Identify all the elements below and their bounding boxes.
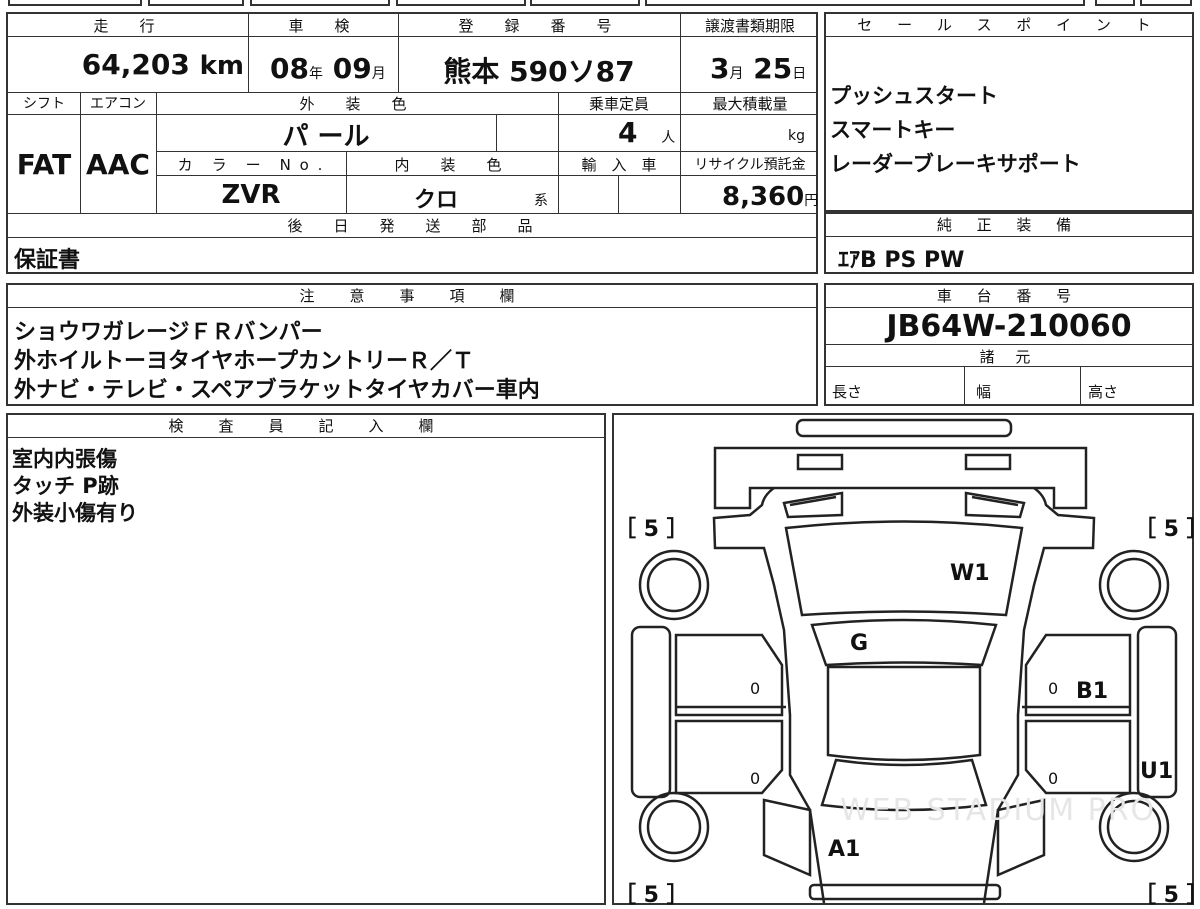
exterior-color-label: 外 装 色 [299, 95, 415, 113]
inspection-month-unit: 月 [371, 66, 386, 82]
later-parts-label: 後 日 発 送 部 品 [287, 217, 541, 235]
notes-line-2: 外ホイルトーヨタイヤホープカントリーＲ／Ｔ [14, 349, 475, 374]
spec-width-label: 幅 [976, 383, 992, 401]
vehicle-info-table: 走 行 車 検 登 録 番 号 譲渡書類期限 64,203 km 08年 09月… [6, 12, 818, 274]
capacity-value: 4 人 [618, 116, 675, 149]
tire-mark-rear-right: ［ 5 ］ [1134, 883, 1200, 908]
transfer-month-unit: 月 [729, 66, 744, 82]
mileage-label: 走 行 [93, 17, 163, 35]
registration-label: 登 録 番 号 [458, 17, 620, 35]
sale-point-2: スマートキー [830, 118, 956, 142]
tire-mark-rear-left: ［ 5 ］ [614, 883, 689, 908]
sale-point-3: レーダーブレーキサポート [830, 152, 1081, 176]
transfer-day-unit: 日 [792, 66, 807, 82]
sale-points-label: セ ー ル ス ポ イ ン ト [826, 14, 1192, 37]
inspection-label: 車 検 [288, 17, 358, 35]
car-diagram-box: ［ 5 ］ ［ 5 ］ ［ 5 ］ ［ 5 ］ W1 G B1 U1 A1 0 … [612, 413, 1200, 908]
spec-height-label: 高さ [1088, 383, 1119, 401]
damage-code-hood: G [850, 631, 869, 656]
aircon-label: エアコン [90, 96, 146, 112]
chassis-value: JB64W-210060 [886, 309, 1132, 344]
shift-label: シフト [23, 96, 65, 112]
tire-mark-front-left: ［ 5 ］ [614, 517, 689, 542]
interior-color-label: 内 装 色 [394, 156, 510, 174]
specs-label: 諸 元 [979, 348, 1039, 366]
inspector-line-3: 外装小傷有り [12, 501, 138, 525]
car-diagram [630, 418, 1178, 903]
damage-code-side-panel: U1 [1140, 759, 1174, 784]
inspector-line-2: タッチ P跡 [12, 474, 119, 498]
notes-box: 注 意 事 項 欄 ショウワガレージＦＲバンパー 外ホイルトーヨタイヤホープカン… [6, 283, 818, 406]
interior-color-value: クロ [413, 188, 458, 213]
transfer-deadline-label: 譲渡書類期限 [704, 17, 795, 35]
recycle-value: 8,360円 [722, 182, 818, 212]
chassis-box: 車 台 番 号 JB64W-210060 諸 元 長さ 幅 高さ [824, 283, 1194, 406]
genuine-equipment-box: 純 正 装 備 ｴｱB PS PW [824, 212, 1194, 274]
damage-code-front: A1 [828, 837, 861, 862]
tire-mark-front-right: ［ 5 ］ [1134, 517, 1200, 542]
inspection-year-unit: 年 [308, 66, 323, 82]
zero-mark-2: 0 [1048, 679, 1059, 698]
sale-points-box: セ ー ル ス ポ イ ン ト プッシュスタート スマートキー レーダーブレーキ… [824, 12, 1194, 212]
sale-point-1: プッシュスタート [830, 84, 998, 108]
inspection-year: 08 [270, 52, 309, 85]
notes-label: 注 意 事 項 欄 [8, 285, 816, 308]
color-no-value: ZVR [221, 180, 281, 210]
zero-mark-3: 0 [750, 769, 761, 788]
notes-line-3: 外ナビ・テレビ・スペアブラケットタイヤカバー車内 [14, 378, 540, 403]
transfer-day: 25 [753, 52, 793, 85]
capacity-unit: 人 [661, 130, 676, 146]
genuine-equipment-label: 純 正 装 備 [826, 214, 1192, 237]
import-label: 輸 入 車 [581, 156, 657, 174]
top-strip [0, 0, 1200, 8]
damage-code-rear-door: B1 [1076, 679, 1109, 704]
inspector-label: 検 査 員 記 入 欄 [8, 415, 604, 438]
later-parts-value: 保証書 [14, 248, 81, 273]
inspector-box: 検 査 員 記 入 欄 室内内張傷 タッチ P跡 外装小傷有り [6, 413, 606, 905]
capacity-label: 乗車定員 [588, 95, 649, 113]
inspection-month: 09 [332, 52, 372, 85]
notes-line-1: ショウワガレージＦＲバンパー [14, 320, 323, 345]
zero-mark-1: 0 [750, 679, 761, 698]
color-no-label: カ ラ ー N o . [177, 156, 325, 174]
aircon-value: AAC [86, 148, 150, 181]
mileage-value: 64,203 km [8, 48, 244, 81]
recycle-label: リサイクル預託金 [694, 157, 806, 173]
inspection-value: 08年 09月 [270, 52, 386, 85]
capacity-number: 4 [618, 116, 638, 149]
genuine-equipment-value: ｴｱB PS PW [838, 248, 965, 273]
recycle-unit: 円 [804, 193, 819, 209]
inspector-line-1: 室内内張傷 [12, 447, 117, 471]
transfer-deadline-value: 3月 25日 [710, 52, 806, 85]
max-load-label: 最大積載量 [712, 95, 788, 113]
shift-value: FAT [16, 148, 72, 181]
recycle-amount: 8,360 [722, 182, 805, 212]
watermark: WEB STADIUM PRO [840, 793, 1157, 828]
registration-value: 熊本 590ソ87 [443, 55, 635, 88]
spec-length-label: 長さ [832, 383, 863, 401]
max-load-unit: kg [788, 128, 805, 144]
exterior-color-value: パ ール [282, 122, 370, 152]
mileage-number: 64,203 [81, 48, 190, 81]
transfer-month: 3 [710, 52, 730, 85]
zero-mark-4: 0 [1048, 769, 1059, 788]
chassis-label: 車 台 番 号 [826, 285, 1192, 308]
mileage-unit: km [199, 51, 244, 81]
interior-color-unit: 系 [534, 193, 548, 209]
damage-code-windshield: W1 [950, 561, 990, 586]
